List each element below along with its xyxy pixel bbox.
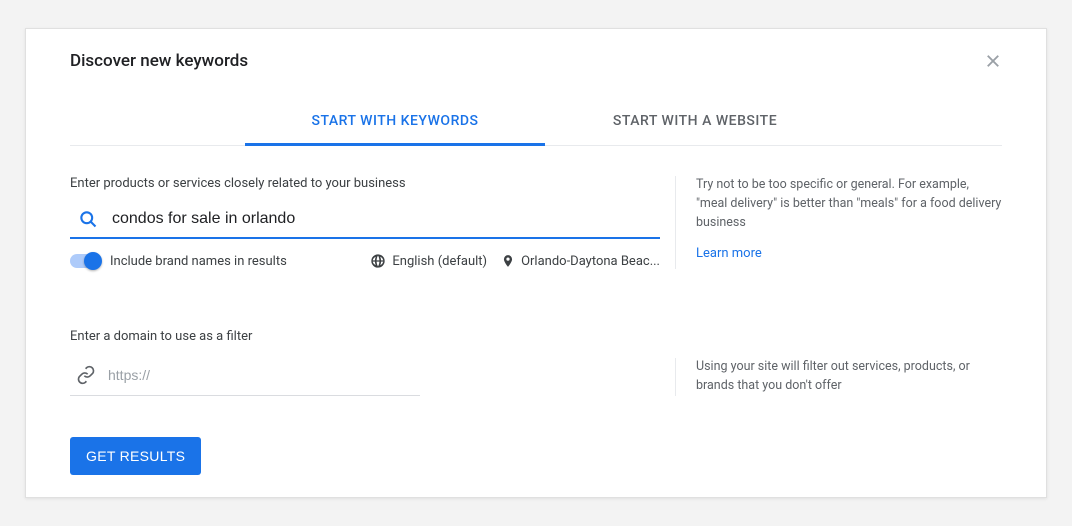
toggle-knob	[84, 252, 102, 270]
keyword-search-box	[70, 203, 660, 239]
keyword-hint: Try not to be too specific or general. F…	[696, 176, 1002, 232]
get-results-button[interactable]: GET RESULTS	[70, 437, 201, 475]
search-icon	[78, 209, 98, 229]
keyword-label: Enter products or services closely relat…	[70, 176, 660, 191]
learn-more-link[interactable]: Learn more	[696, 246, 762, 261]
tabs: START WITH KEYWORDS START WITH A WEBSITE	[70, 99, 1002, 146]
domain-hint-col: Using your site will filter out services…	[675, 358, 1002, 396]
domain-section: Enter a domain to use as a filter Using …	[70, 329, 1002, 396]
keyword-left: Enter products or services closely relat…	[70, 176, 660, 269]
keyword-controls: Include brand names in results English (…	[70, 253, 660, 269]
keyword-hint-col: Try not to be too specific or general. F…	[675, 176, 1002, 269]
domain-input-wrap	[70, 358, 420, 396]
language-text: English (default)	[392, 254, 487, 269]
close-button[interactable]	[984, 52, 1002, 70]
modal-header: Discover new keywords	[70, 29, 1002, 79]
location-text: Orlando-Daytona Beac...	[521, 254, 660, 269]
domain-input[interactable]	[108, 367, 420, 383]
location-pin-icon	[501, 254, 515, 268]
keyword-input[interactable]	[112, 210, 660, 228]
domain-hint: Using your site will filter out services…	[696, 358, 1002, 396]
globe-icon	[370, 253, 386, 269]
language-location-selector[interactable]: English (default) Orlando-Daytona Beac..…	[370, 253, 660, 269]
domain-row: Using your site will filter out services…	[70, 358, 1002, 396]
tab-start-with-website[interactable]: START WITH A WEBSITE	[545, 99, 845, 145]
domain-label: Enter a domain to use as a filter	[70, 329, 1002, 344]
discover-keywords-modal: Discover new keywords START WITH KEYWORD…	[25, 28, 1047, 498]
tab-start-with-keywords[interactable]: START WITH KEYWORDS	[245, 99, 545, 146]
link-icon	[76, 365, 96, 385]
brand-names-toggle[interactable]	[70, 254, 100, 268]
close-icon	[984, 52, 1002, 70]
keyword-row: Enter products or services closely relat…	[70, 176, 1002, 269]
modal-title: Discover new keywords	[70, 51, 248, 71]
brand-names-label: Include brand names in results	[110, 254, 287, 269]
